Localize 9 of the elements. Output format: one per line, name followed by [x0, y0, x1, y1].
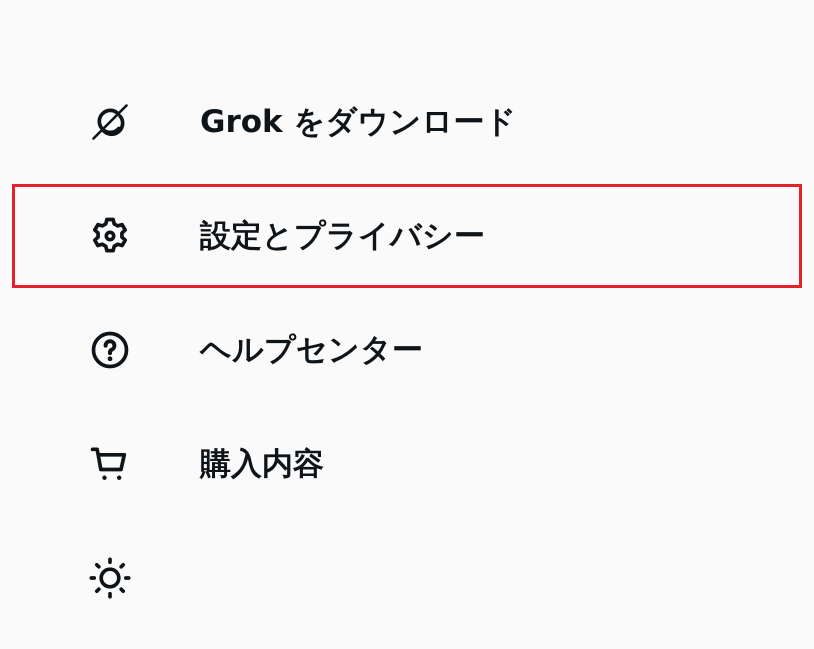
menu-item-label: 設定とプライバシー: [200, 217, 485, 256]
menu-item[interactable]: Grok をダウンロード: [12, 70, 802, 174]
sun-icon: [88, 556, 132, 600]
menu-item-label: 購入内容: [200, 445, 324, 484]
highlighted-menu-item[interactable]: 設定とプライバシー: [12, 184, 802, 288]
menu-item[interactable]: ヘルプセンター: [12, 298, 802, 402]
menu-item[interactable]: 購入内容: [12, 412, 802, 516]
menu-item-label: Grok をダウンロード: [200, 103, 516, 142]
menu-item-label: ヘルプセンター: [200, 331, 423, 370]
